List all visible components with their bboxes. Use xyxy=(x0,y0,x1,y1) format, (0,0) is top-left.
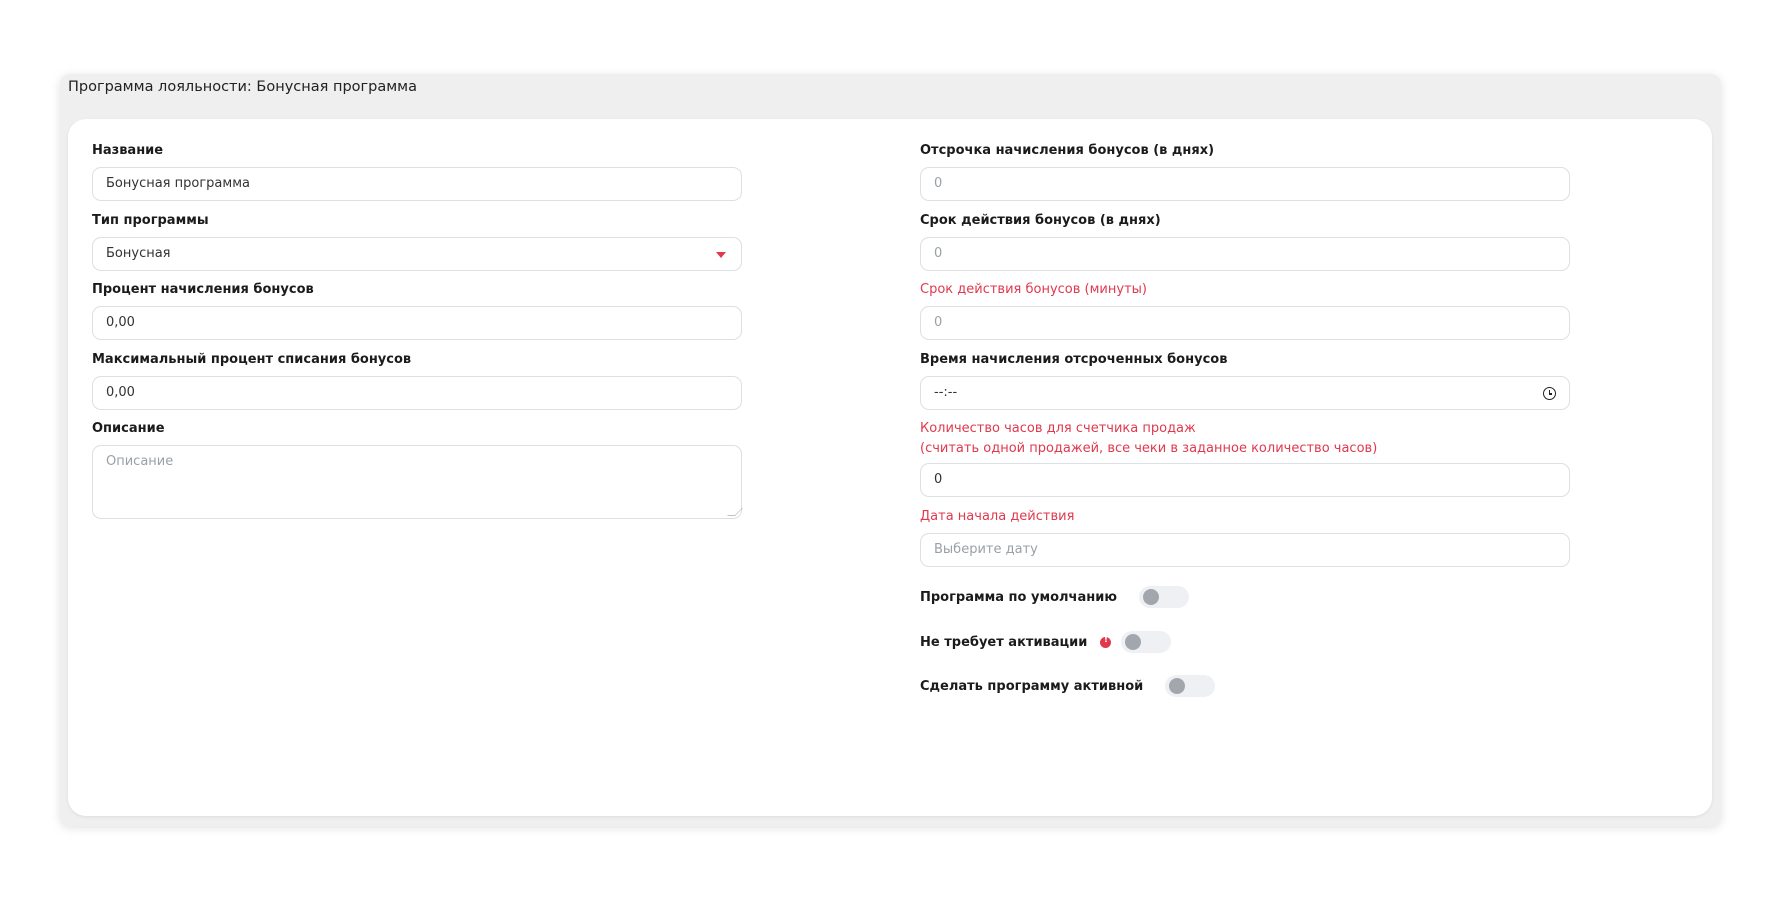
description-label: Описание xyxy=(92,421,165,436)
clock-icon[interactable] xyxy=(1543,387,1556,400)
sales-counter-label-line1: Количество часов для счетчика продаж xyxy=(920,421,1196,436)
max-writeoff-input[interactable]: 0,00 xyxy=(92,376,742,410)
toggle-knob xyxy=(1142,589,1159,605)
accrual-percent-field: Процент начисления бонусов 0,00 xyxy=(92,280,742,340)
accrual-delay-field: Отсрочка начисления бонусов (в днях) 0 xyxy=(920,141,1570,201)
form-card: Название Бонусная программа Тип программ… xyxy=(68,119,1712,816)
default-program-label: Программа по умолчанию xyxy=(920,589,1117,605)
sales-counter-field: Количество часов для счетчика продаж (сч… xyxy=(920,419,1570,497)
deferred-time-field: Время начисления отсроченных бонусов --:… xyxy=(920,350,1570,410)
deferred-time-input[interactable]: --:-- xyxy=(920,376,1570,410)
accrual-delay-input[interactable]: 0 xyxy=(920,167,1570,201)
no-activation-toggle[interactable] xyxy=(1121,631,1172,653)
default-program-row: Программа по умолчанию xyxy=(920,586,1189,608)
start-date-field: Дата начала действия Выберите дату xyxy=(920,507,1570,567)
max-writeoff-label: Максимальный процент списания бонусов xyxy=(92,352,412,367)
validity-minutes-input[interactable]: 0 xyxy=(920,306,1570,340)
name-label: Название xyxy=(92,143,164,158)
make-active-toggle[interactable] xyxy=(1165,675,1216,697)
sales-counter-input[interactable]: 0 xyxy=(920,463,1570,497)
make-active-row: Сделать программу активной xyxy=(920,675,1216,697)
accrual-percent-label: Процент начисления бонусов xyxy=(92,282,314,297)
no-activation-row: Не требует активации xyxy=(920,631,1172,653)
program-type-field: Тип программы Бонусная xyxy=(92,211,742,271)
program-type-label: Тип программы xyxy=(92,213,209,228)
accrual-percent-input[interactable]: 0,00 xyxy=(92,306,742,340)
no-activation-label: Не требует активации xyxy=(920,634,1088,650)
validity-minutes-label: Срок действия бонусов (минуты) xyxy=(920,282,1147,297)
default-program-toggle[interactable] xyxy=(1138,586,1189,608)
program-type-value: Бонусная xyxy=(106,246,171,261)
validity-days-label: Срок действия бонусов (в днях) xyxy=(920,213,1161,228)
make-active-label: Сделать программу активной xyxy=(920,678,1144,694)
name-input[interactable]: Бонусная программа xyxy=(92,167,742,201)
description-placeholder: Описание xyxy=(106,454,174,469)
validity-days-field: Срок действия бонусов (в днях) 0 xyxy=(920,211,1570,271)
sales-counter-label-line2: (считать одной продажей, все чеки в зада… xyxy=(920,441,1378,456)
validity-minutes-field: Срок действия бонусов (минуты) 0 xyxy=(920,280,1570,340)
toggle-knob xyxy=(1125,634,1142,650)
validity-days-input[interactable]: 0 xyxy=(920,237,1570,271)
start-date-label: Дата начала действия xyxy=(920,509,1075,524)
start-date-input[interactable]: Выберите дату xyxy=(920,533,1570,567)
program-type-select[interactable]: Бонусная xyxy=(92,237,742,271)
description-field: Описание Описание xyxy=(92,419,743,519)
deferred-time-label: Время начисления отсроченных бонусов xyxy=(920,352,1228,367)
page-title: Программа лояльности: Бонусная программа xyxy=(68,79,417,95)
accrual-delay-label: Отсрочка начисления бонусов (в днях) xyxy=(920,143,1215,158)
deferred-time-value: --:-- xyxy=(934,385,958,400)
name-field: Название Бонусная программа xyxy=(92,141,742,201)
max-writeoff-field: Максимальный процент списания бонусов 0,… xyxy=(92,350,742,410)
info-icon[interactable] xyxy=(1100,635,1112,648)
resize-grip-icon[interactable] xyxy=(727,508,743,516)
chevron-down-icon xyxy=(716,252,726,258)
toggle-knob xyxy=(1169,678,1186,694)
loyalty-program-panel: Программа лояльности: Бонусная программа… xyxy=(60,74,1721,826)
description-textarea[interactable]: Описание xyxy=(92,445,743,519)
